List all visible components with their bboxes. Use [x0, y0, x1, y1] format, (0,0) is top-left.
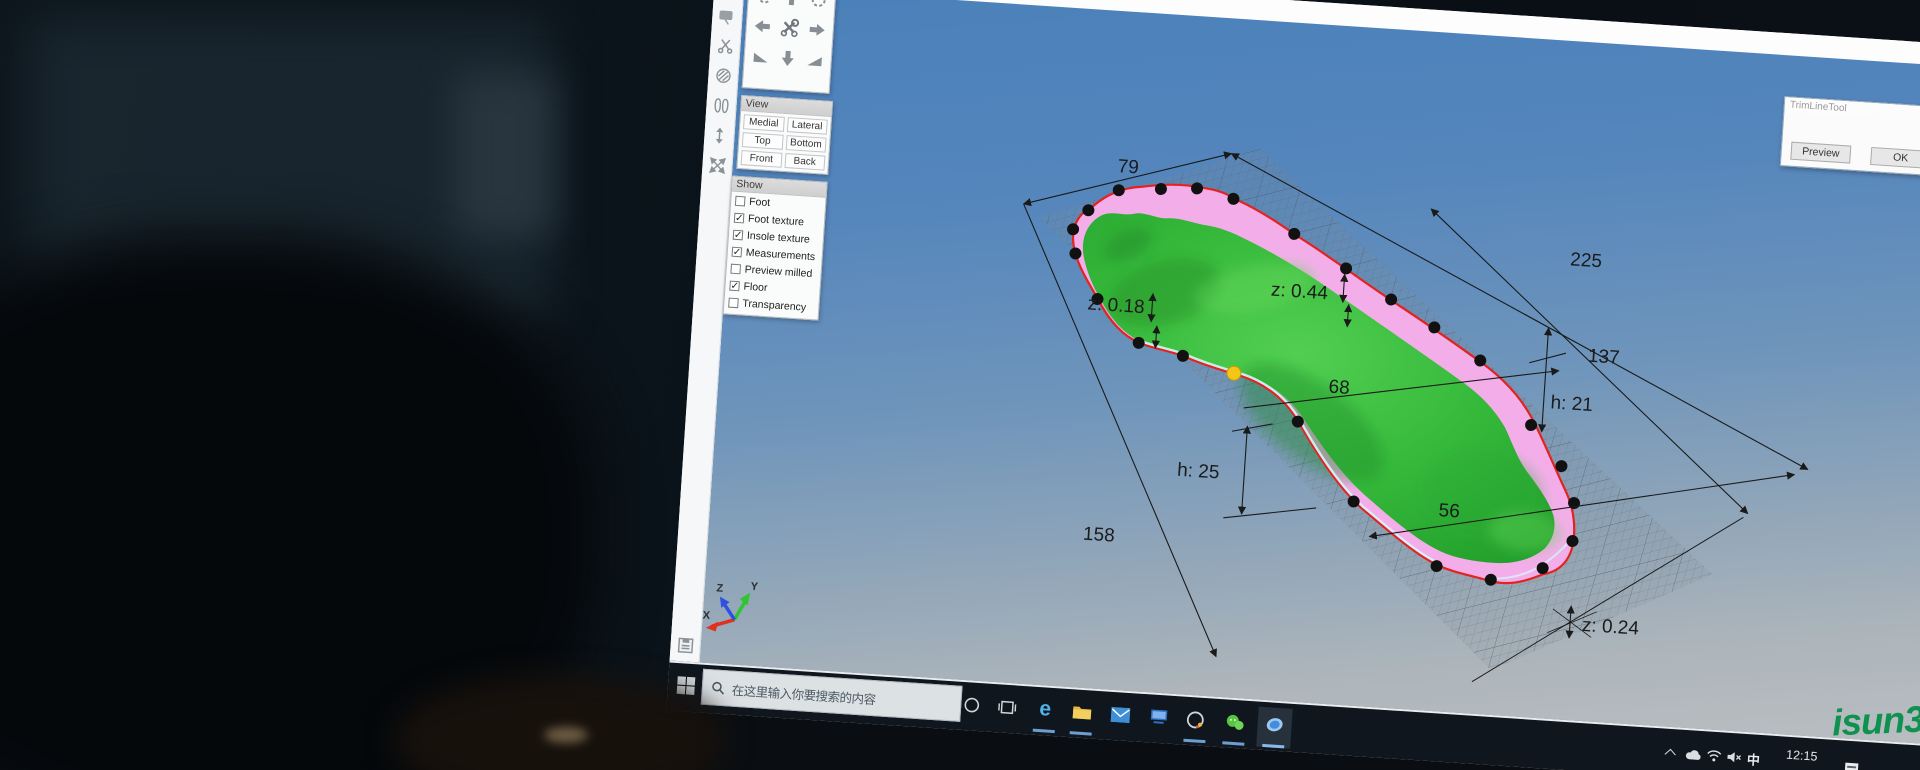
- edge-browser-icon[interactable]: e: [1032, 697, 1058, 723]
- pan-right-icon[interactable]: [806, 19, 827, 40]
- checkbox-transparency[interactable]: [728, 298, 739, 309]
- rotate-ccw-icon[interactable]: [755, 0, 776, 7]
- view-panel: View Medial Lateral Top Bottom Front Bac…: [736, 95, 833, 175]
- checkbox-insole-texture[interactable]: ✓: [733, 230, 744, 241]
- navigation-pad: [742, 0, 838, 94]
- view-front-button[interactable]: Front: [741, 150, 782, 168]
- ime-indicator[interactable]: 中: [1745, 750, 1762, 767]
- file-explorer-icon[interactable]: [1069, 699, 1095, 725]
- tilt-right-icon[interactable]: [804, 49, 825, 70]
- view-lateral-button[interactable]: Lateral: [786, 117, 827, 135]
- show-panel: Show Foot ✓ Foot texture ✓ Insole textur…: [723, 176, 828, 321]
- tools-icon[interactable]: [778, 16, 801, 39]
- checkbox-foot[interactable]: [735, 196, 746, 207]
- wechat-icon[interactable]: [1222, 709, 1248, 735]
- pan-up-icon[interactable]: [781, 0, 802, 9]
- volume-icon[interactable]: [1725, 749, 1742, 766]
- onedrive-cloud-icon[interactable]: [1685, 746, 1702, 763]
- checkbox-foot-texture[interactable]: ✓: [734, 213, 745, 224]
- cortana-icon[interactable]: [959, 692, 985, 718]
- insole-pair-icon[interactable]: [711, 96, 730, 115]
- task-view-icon[interactable]: [995, 694, 1021, 720]
- trimlinetool-dialog: TrimLineTool Preview OK: [1780, 96, 1920, 176]
- mail-icon[interactable]: [1107, 702, 1133, 728]
- circle-app-icon[interactable]: [1182, 707, 1208, 733]
- search-placeholder-text: 在这里输入你要搜索的内容: [731, 679, 876, 708]
- viewport-3d[interactable]: [700, 0, 1920, 747]
- pan-down-icon[interactable]: [777, 47, 798, 68]
- photos-app-icon[interactable]: [1262, 712, 1288, 738]
- checkbox-preview-milled[interactable]: [730, 264, 741, 275]
- preview-button[interactable]: Preview: [1790, 142, 1851, 164]
- tilt-left-icon[interactable]: [751, 46, 772, 67]
- expand-arrows-icon[interactable]: [707, 156, 726, 175]
- hatched-ellipse-icon[interactable]: [713, 66, 732, 85]
- search-icon: [710, 680, 725, 695]
- view-top-button[interactable]: Top: [742, 132, 783, 150]
- select-region-icon[interactable]: [717, 6, 736, 25]
- vertical-resize-icon[interactable]: [709, 126, 728, 145]
- ok-button[interactable]: OK: [1870, 147, 1920, 169]
- background-glow: [455, 75, 555, 235]
- ring-highlight: [544, 727, 588, 743]
- view-back-button[interactable]: Back: [784, 153, 825, 171]
- taskbar-search-input[interactable]: 在这里输入你要搜索的内容: [701, 669, 963, 722]
- view-bottom-button[interactable]: Bottom: [785, 135, 826, 153]
- monitor-screen: 79 225 137 158 56 68 h: 21 h: 25 z: 0.44…: [659, 0, 1920, 770]
- scissors-icon[interactable]: [715, 36, 734, 55]
- photo-scene: 79 225 137 158 56 68 h: 21 h: 25 z: 0.44…: [0, 0, 1920, 770]
- pan-left-icon[interactable]: [753, 16, 774, 37]
- checkbox-measurements[interactable]: ✓: [732, 247, 743, 258]
- checkbox-floor[interactable]: ✓: [729, 281, 740, 292]
- store-icon[interactable]: [1146, 704, 1172, 730]
- network-wifi-icon[interactable]: [1705, 747, 1722, 764]
- brand-watermark: isun3d: [1831, 698, 1920, 745]
- save-icon[interactable]: [675, 635, 696, 656]
- tray-chevron-icon[interactable]: [1663, 745, 1680, 762]
- taskbar-clock[interactable]: 12:15: [1773, 747, 1830, 765]
- tray-window-icon[interactable]: [1844, 763, 1858, 770]
- view-medial-button[interactable]: Medial: [743, 114, 784, 132]
- rotate-cw-icon[interactable]: [808, 0, 829, 11]
